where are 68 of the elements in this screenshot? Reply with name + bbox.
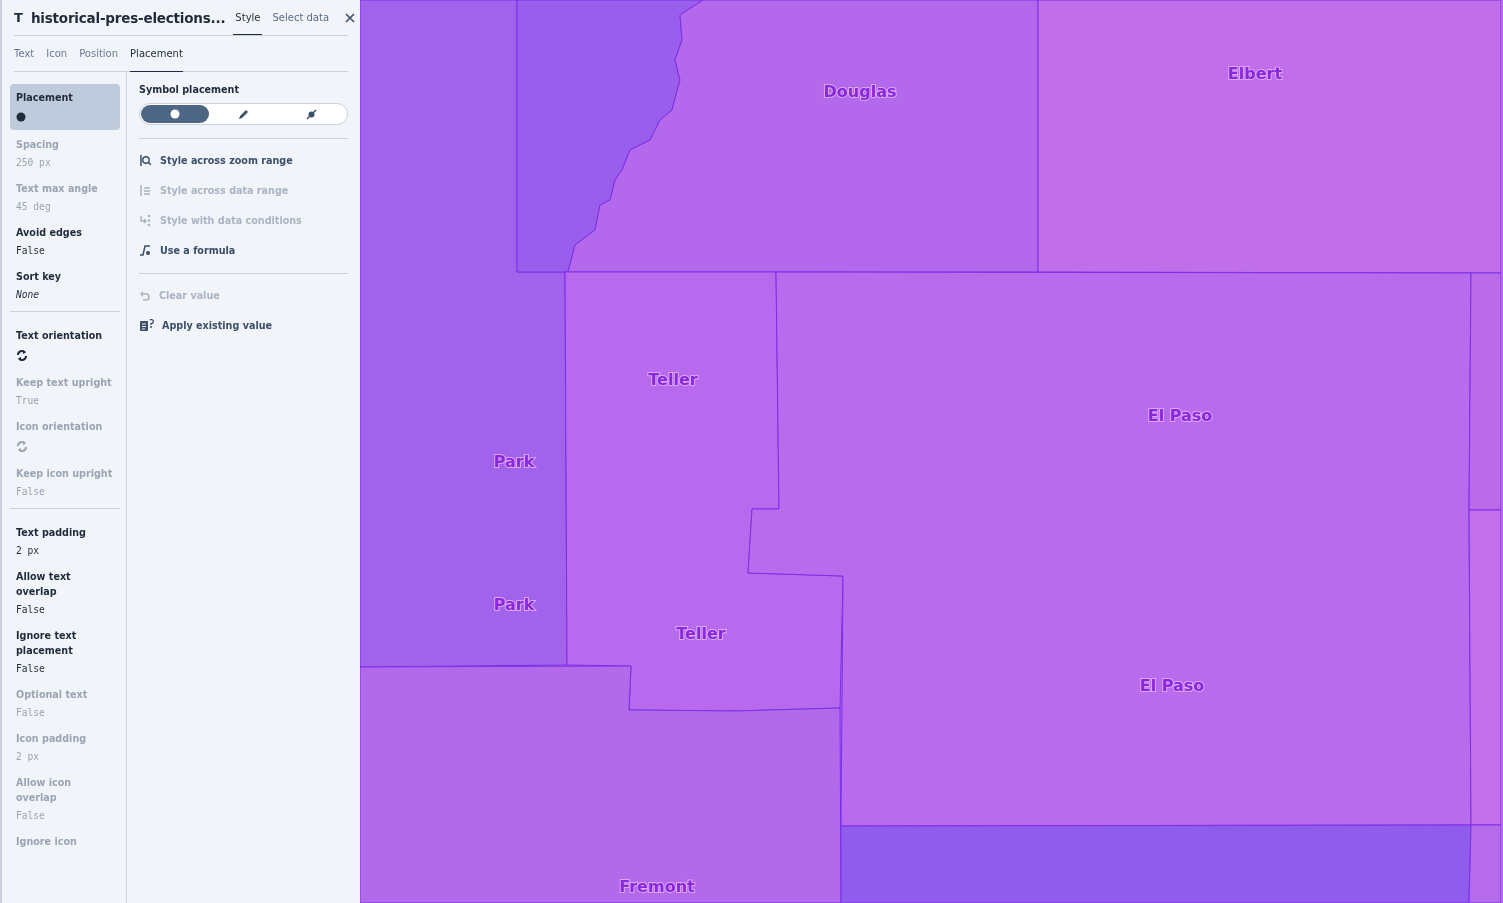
county-label: Douglas (823, 81, 897, 101)
clipboard-icon (139, 318, 154, 332)
property-tab[interactable]: Placement (130, 36, 183, 72)
setting-item[interactable]: Allow text overlap False (10, 563, 120, 621)
setting-value: 2 px (16, 545, 41, 556)
county-label: Teller (676, 623, 726, 643)
setting-value: False (16, 245, 46, 256)
setting-value: False (16, 486, 46, 497)
dot-icon (16, 112, 26, 122)
list-icon (139, 183, 152, 197)
setting-label: Text max angle (16, 182, 99, 196)
section-label: Symbol placement (139, 84, 240, 95)
county-label: Teller (648, 369, 698, 389)
dot-icon (170, 109, 181, 119)
value-action-link[interactable]: Apply existing value (139, 318, 272, 332)
setting-value: False (16, 707, 46, 718)
line-dot-icon (306, 108, 318, 120)
setting-label: Keep text upright (16, 376, 113, 390)
setting-item[interactable]: Placement (10, 84, 120, 130)
panel-tab[interactable]: Select data (270, 0, 332, 35)
setting-label: Ignore text placement (16, 629, 78, 658)
layer-title: historical-pres-elections... (30, 9, 226, 26)
setting-item[interactable]: Text padding 2 px (10, 519, 120, 562)
setting-value: 250 px (16, 157, 52, 168)
setting-item[interactable]: Ignore text placement False (10, 622, 120, 680)
formula-icon (139, 243, 152, 257)
close-icon (345, 12, 356, 23)
layer-type-label: T (14, 10, 23, 25)
setting-label: Icon padding (16, 732, 88, 746)
rotate-icon (16, 348, 28, 362)
setting-label: Allow icon overlap (16, 776, 73, 805)
setting-label: Avoid edges (16, 226, 83, 240)
setting-label: Placement (16, 91, 74, 105)
setting-value: False (16, 810, 46, 821)
rotate-icon (16, 439, 28, 453)
style-action-link[interactable]: Use a formula (139, 243, 236, 257)
panel-tab[interactable]: Style (233, 0, 263, 35)
close-button[interactable] (345, 10, 356, 25)
zoom-icon (139, 153, 152, 167)
setting-value: False (16, 604, 46, 615)
property-tab[interactable]: Icon (46, 36, 68, 72)
setting-item[interactable]: Avoid edges False (10, 219, 120, 262)
setting-label: Ignore icon (16, 835, 78, 849)
county-label: Elbert (1227, 63, 1283, 83)
setting-item[interactable]: Text orientation (10, 322, 120, 368)
setting-label: Spacing (16, 138, 60, 152)
pencil-icon (238, 108, 249, 120)
property-tab[interactable]: Position (79, 36, 119, 72)
setting-value: 45 deg (16, 201, 52, 212)
setting-label: Icon orientation (16, 420, 104, 434)
setting-value: 2 px (16, 751, 41, 762)
property-tab[interactable]: Text (14, 36, 35, 72)
setting-item[interactable]: Sort key None (10, 263, 120, 306)
style-action-link[interactable]: Style across zoom range (139, 153, 293, 167)
setting-label: Keep icon upright (16, 467, 114, 481)
setting-label: Optional text (16, 688, 89, 702)
county-label: El Paso (1147, 405, 1213, 425)
setting-value: True (16, 395, 41, 406)
placement-option[interactable] (141, 105, 210, 123)
county-label: El Paso (1139, 675, 1205, 695)
setting-label: Sort key (16, 270, 63, 284)
setting-label: Allow text overlap (16, 570, 72, 599)
setting-value: False (16, 663, 46, 674)
setting-value: None (16, 289, 41, 300)
county-label: Fremont (619, 876, 695, 896)
setting-label: Text padding (16, 526, 87, 540)
setting-label: Text orientation (16, 329, 104, 343)
branch-icon (139, 213, 152, 227)
